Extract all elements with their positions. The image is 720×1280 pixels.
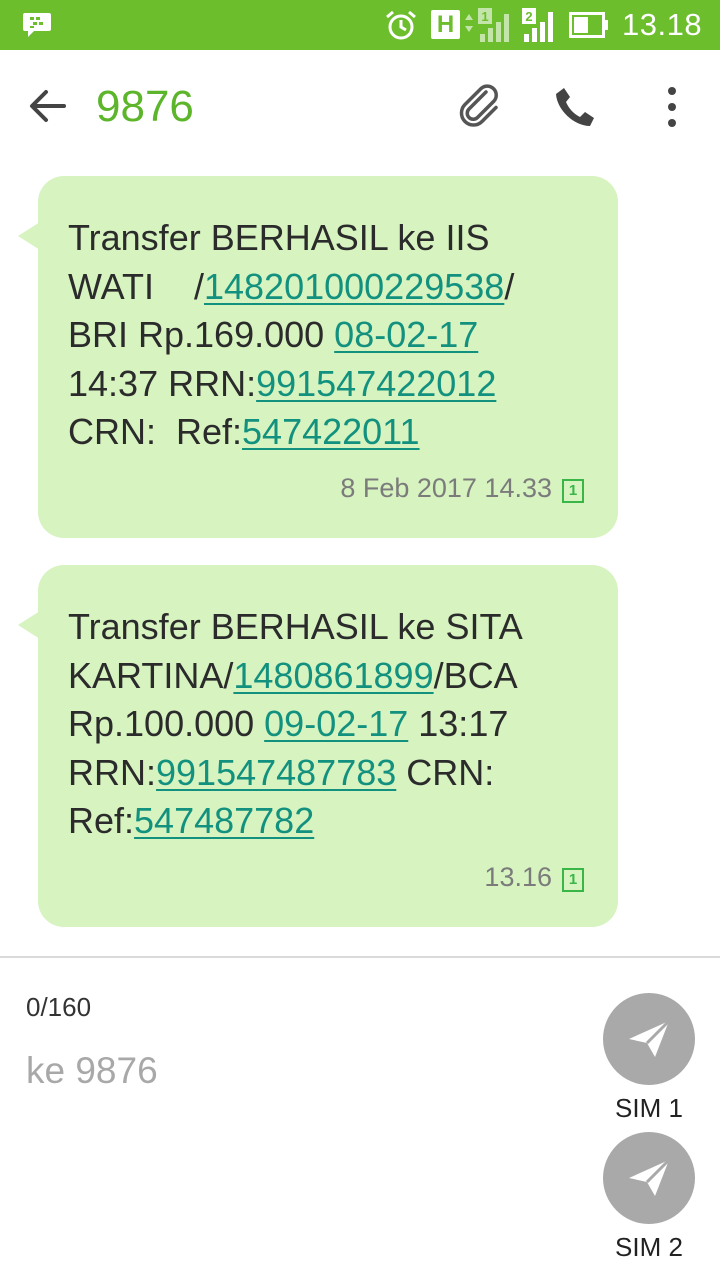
message-link[interactable]: 991547487783 bbox=[156, 752, 396, 793]
paperclip-icon[interactable] bbox=[456, 82, 504, 130]
message-text: Transfer BERHASIL ke IIS WATI /148201000… bbox=[68, 214, 588, 457]
more-vert-icon[interactable] bbox=[658, 84, 686, 130]
message-meta: 13.16 1 bbox=[484, 861, 584, 893]
message-link[interactable]: 547487782 bbox=[134, 800, 314, 841]
send-icon bbox=[629, 1158, 671, 1196]
compose-divider bbox=[0, 956, 720, 958]
arrow-left-icon[interactable] bbox=[26, 84, 70, 128]
message-text-segment: 14:37 RRN: bbox=[68, 362, 257, 404]
svg-text:2: 2 bbox=[525, 9, 532, 24]
bbm-notification-icon bbox=[23, 13, 51, 37]
network-type-icon: H bbox=[431, 10, 460, 39]
send-sim2-button[interactable] bbox=[603, 1132, 695, 1224]
message-bubble[interactable]: Transfer BERHASIL ke IIS WATI /148201000… bbox=[18, 176, 618, 538]
message-link[interactable]: 09-02-17 bbox=[264, 703, 408, 744]
phone-icon[interactable] bbox=[552, 84, 598, 130]
message-link[interactable]: 991547422012 bbox=[256, 363, 496, 404]
character-counter: 0/160 bbox=[26, 992, 92, 1022]
message-link[interactable]: 08-02-17 bbox=[334, 314, 478, 355]
sim-indicator-icon: 1 bbox=[562, 868, 584, 892]
alarm-icon bbox=[386, 10, 416, 40]
message-meta: 8 Feb 2017 14.33 1 bbox=[340, 472, 584, 504]
message-text-segment: CRN: Ref: bbox=[68, 411, 243, 452]
sim-indicator-icon: 1 bbox=[562, 479, 584, 503]
send-icon bbox=[629, 1019, 671, 1057]
message-link[interactable]: 547422011 bbox=[242, 411, 420, 452]
svg-text:1: 1 bbox=[481, 9, 488, 24]
signal-sim1-icon: 1 bbox=[465, 8, 509, 42]
message-link[interactable]: 1480861899 bbox=[233, 655, 433, 696]
battery-icon bbox=[569, 12, 608, 38]
message-timestamp: 13.16 bbox=[484, 862, 552, 892]
sim1-label: SIM 1 bbox=[615, 1093, 683, 1123]
conversation-title: 9876 bbox=[96, 82, 194, 131]
message-link[interactable]: 148201000229538 bbox=[204, 266, 504, 307]
message-text: Transfer BERHASIL ke SITA KARTINA/148086… bbox=[68, 603, 588, 846]
status-bar: H 1 2 13.18 bbox=[0, 0, 720, 50]
send-sim1-button[interactable] bbox=[603, 993, 695, 1085]
clock: 13.18 bbox=[622, 7, 703, 42]
app-bar: 9876 bbox=[0, 50, 720, 162]
signal-sim2-icon: 2 bbox=[522, 8, 553, 42]
message-timestamp: 8 Feb 2017 14.33 bbox=[340, 473, 552, 503]
message-input[interactable] bbox=[26, 1046, 566, 1096]
sim2-label: SIM 2 bbox=[615, 1232, 683, 1262]
message-bubble[interactable]: Transfer BERHASIL ke SITA KARTINA/148086… bbox=[18, 565, 618, 927]
